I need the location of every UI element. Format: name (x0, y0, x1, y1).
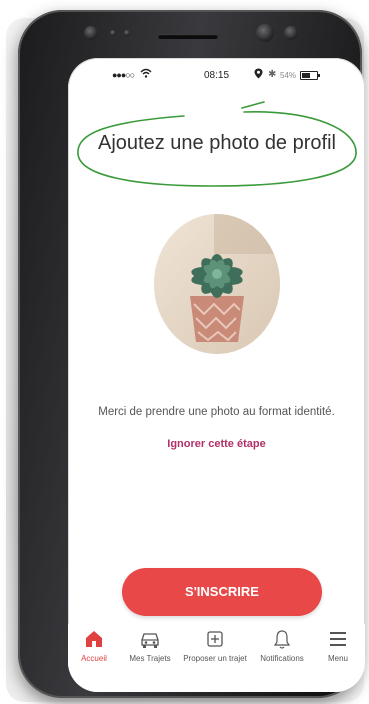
status-time: 08:15 (204, 70, 230, 81)
phone-screen: ●●●○○ 08:15 ✱ 54% Ajoutez une photo de p… (68, 58, 365, 692)
tab-menu[interactable]: Menu (320, 628, 356, 663)
tab-mes-trajets[interactable]: Mes Trajets (120, 628, 180, 663)
iris-scanner-icon (284, 26, 298, 40)
tab-label: Accueil (81, 654, 107, 663)
screenshot-stage: ●●●○○ 08:15 ✱ 54% Ajoutez une photo de p… (0, 0, 369, 704)
instruction-text: Merci de prendre une photo au format ide… (98, 406, 335, 418)
tab-proposer-trajet[interactable]: Proposer un trajet (180, 628, 250, 663)
battery-fill (302, 73, 310, 78)
profile-photo[interactable] (154, 214, 280, 354)
sensor-icon (124, 30, 130, 36)
tab-accueil[interactable]: Accueil (74, 628, 114, 663)
menu-icon (320, 628, 356, 650)
battery-percent: 54% (280, 71, 297, 80)
phone-frame: ●●●○○ 08:15 ✱ 54% Ajoutez une photo de p… (18, 10, 365, 698)
page-title-wrap: Ajoutez une photo de profil (74, 100, 360, 188)
iris-scanner-icon (256, 24, 274, 42)
battery-icon (300, 71, 320, 80)
status-bar: ●●●○○ 08:15 ✱ 54% (68, 58, 365, 88)
tab-notifications[interactable]: Notifications (252, 628, 312, 663)
signup-button[interactable]: S'INSCRIRE (122, 568, 322, 616)
tab-label: Menu (327, 654, 348, 663)
speaker-grille (158, 34, 218, 39)
plus-box-icon (180, 628, 250, 650)
car-icon (120, 628, 180, 650)
signal-icon: ●●●○○ (112, 70, 135, 80)
succulent-photo-image (154, 214, 280, 354)
bottom-tab-bar: Accueil Mes Trajets Proposer un trajet N… (68, 624, 365, 692)
bluetooth-icon: ✱ (268, 69, 277, 80)
location-icon (254, 68, 263, 82)
sensor-icon (110, 30, 116, 36)
tab-label: Notifications (260, 654, 304, 663)
tab-label: Mes Trajets (129, 654, 171, 663)
skip-step-link[interactable]: Ignorer cette étape (68, 438, 365, 450)
home-icon (74, 628, 114, 650)
wifi-icon (140, 68, 152, 81)
bell-icon (252, 628, 312, 650)
page-title: Ajoutez une photo de profil (98, 132, 336, 154)
front-camera-icon (84, 26, 98, 40)
tab-label: Proposer un trajet (183, 654, 247, 663)
